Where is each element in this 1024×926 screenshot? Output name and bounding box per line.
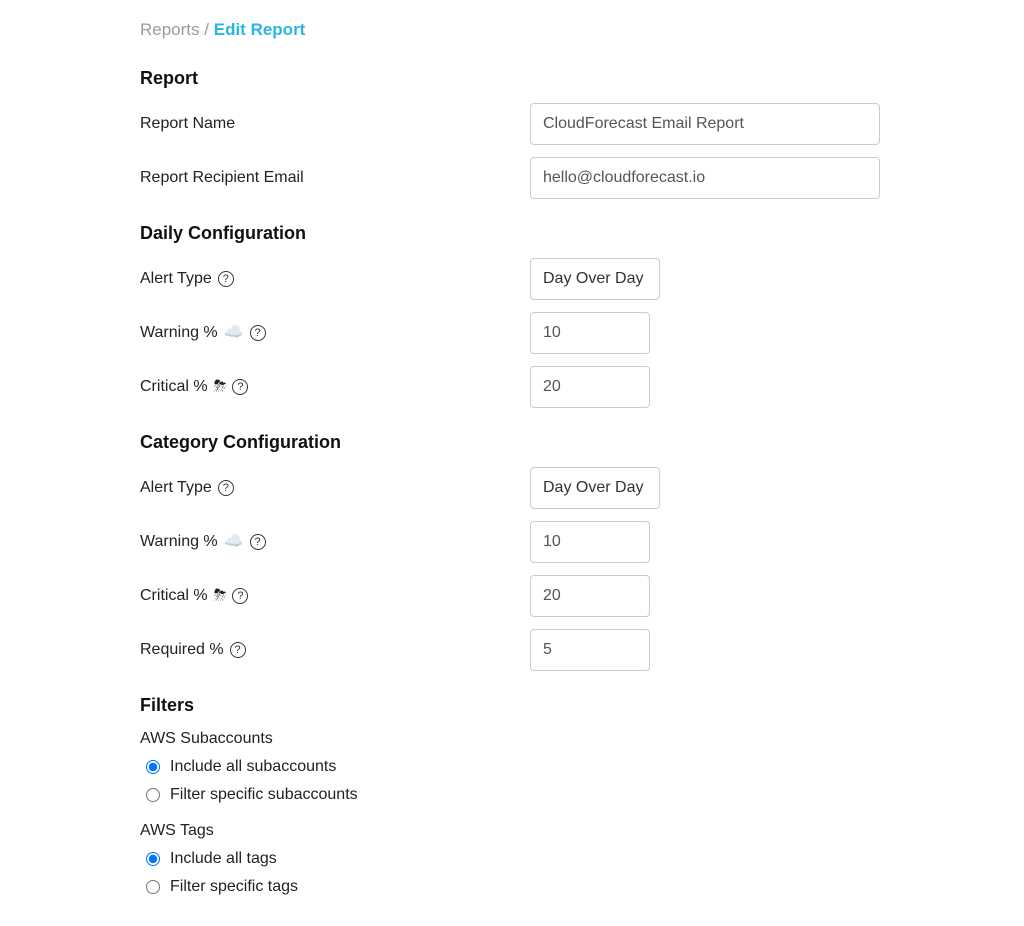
radio-input-tags-filter-specific[interactable] [146, 880, 160, 894]
help-icon[interactable]: ? [232, 588, 248, 604]
row-report-email: Report Recipient Email [140, 157, 884, 199]
label-report-email: Report Recipient Email [140, 169, 530, 187]
radio-subaccounts-filter-specific[interactable]: Filter specific subaccounts [146, 786, 884, 804]
label-daily-critical: Critical % ⛈ ? [140, 378, 530, 396]
row-category-critical: Critical % ⛈ ? [140, 575, 884, 617]
breadcrumb-parent[interactable]: Reports [140, 20, 200, 39]
radio-label-subaccounts-filter-specific: Filter specific subaccounts [170, 786, 358, 804]
breadcrumb-current: Edit Report [214, 20, 306, 39]
radio-label-tags-include-all: Include all tags [170, 850, 277, 868]
label-category-warning: Warning % ☁️ ? [140, 533, 530, 551]
storm-icon: ⛈ [214, 379, 227, 395]
label-text-category-warning: Warning % [140, 533, 218, 551]
category-required-input[interactable] [530, 629, 650, 671]
label-daily-alert-type: Alert Type ? [140, 270, 530, 288]
label-text-category-required: Required % [140, 641, 224, 659]
radio-input-tags-include-all[interactable] [146, 852, 160, 866]
storm-icon: ⛈ [214, 588, 227, 604]
label-text-category-alert-type: Alert Type [140, 479, 212, 497]
help-icon[interactable]: ? [250, 534, 266, 550]
help-icon[interactable]: ? [232, 379, 248, 395]
help-icon[interactable]: ? [218, 480, 234, 496]
row-category-alert-type: Alert Type ? Day Over Day [140, 467, 884, 509]
category-critical-input[interactable] [530, 575, 650, 617]
daily-warning-input[interactable] [530, 312, 650, 354]
cloud-icon: ☁️ [224, 325, 244, 341]
label-text-daily-critical: Critical % [140, 378, 208, 396]
section-heading-category: Category Configuration [140, 432, 884, 453]
label-text-category-critical: Critical % [140, 587, 208, 605]
section-heading-report: Report [140, 68, 884, 89]
label-daily-warning: Warning % ☁️ ? [140, 324, 530, 342]
row-daily-critical: Critical % ⛈ ? [140, 366, 884, 408]
section-heading-filters: Filters [140, 695, 884, 716]
subheading-subaccounts: AWS Subaccounts [140, 730, 884, 748]
radio-label-tags-filter-specific: Filter specific tags [170, 878, 298, 896]
daily-critical-input[interactable] [530, 366, 650, 408]
row-category-required: Required % ? [140, 629, 884, 671]
category-alert-type-select[interactable]: Day Over Day [530, 467, 660, 509]
breadcrumb: Reports / Edit Report [140, 20, 884, 40]
help-icon[interactable]: ? [230, 642, 246, 658]
radio-tags-include-all[interactable]: Include all tags [146, 850, 884, 868]
category-warning-input[interactable] [530, 521, 650, 563]
radio-input-subaccounts-include-all[interactable] [146, 760, 160, 774]
label-text-daily-warning: Warning % [140, 324, 218, 342]
label-report-name: Report Name [140, 115, 530, 133]
report-name-input[interactable] [530, 103, 880, 145]
radio-subaccounts-include-all[interactable]: Include all subaccounts [146, 758, 884, 776]
daily-alert-type-select[interactable]: Day Over Day [530, 258, 660, 300]
radio-group-subaccounts: Include all subaccounts Filter specific … [146, 758, 884, 804]
label-category-required: Required % ? [140, 641, 530, 659]
radio-label-subaccounts-include-all: Include all subaccounts [170, 758, 336, 776]
report-email-input[interactable] [530, 157, 880, 199]
help-icon[interactable]: ? [218, 271, 234, 287]
cloud-icon: ☁️ [224, 534, 244, 550]
section-heading-daily: Daily Configuration [140, 223, 884, 244]
row-daily-warning: Warning % ☁️ ? [140, 312, 884, 354]
breadcrumb-separator: / [204, 20, 209, 39]
radio-tags-filter-specific[interactable]: Filter specific tags [146, 878, 884, 896]
help-icon[interactable]: ? [250, 325, 266, 341]
row-daily-alert-type: Alert Type ? Day Over Day [140, 258, 884, 300]
subheading-tags: AWS Tags [140, 822, 884, 840]
row-report-name: Report Name [140, 103, 884, 145]
label-category-alert-type: Alert Type ? [140, 479, 530, 497]
label-text-daily-alert-type: Alert Type [140, 270, 212, 288]
radio-input-subaccounts-filter-specific[interactable] [146, 788, 160, 802]
label-category-critical: Critical % ⛈ ? [140, 587, 530, 605]
row-category-warning: Warning % ☁️ ? [140, 521, 884, 563]
